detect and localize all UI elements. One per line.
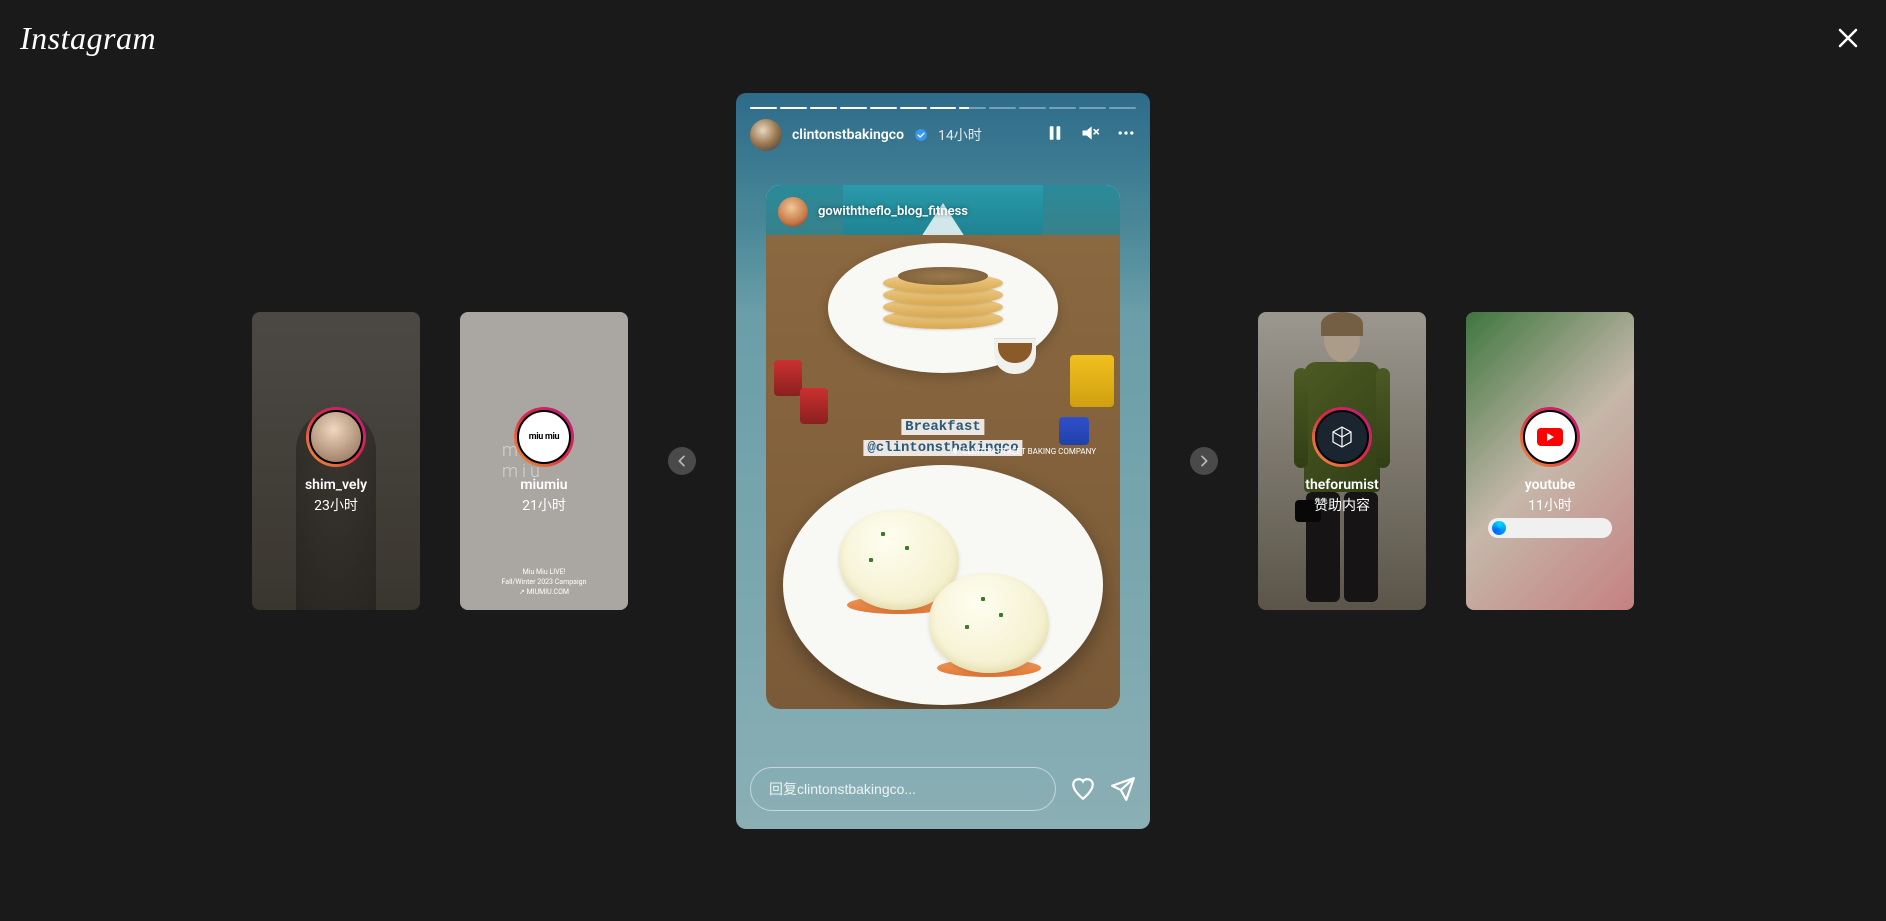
avatar-ring bbox=[1312, 407, 1372, 467]
progress-segment bbox=[900, 107, 927, 109]
side-time: 11小时 bbox=[1528, 495, 1572, 515]
progress-segment bbox=[1049, 107, 1076, 109]
progress-segment bbox=[780, 107, 807, 109]
repost-author-username: gowiththeflo_blog_fitness bbox=[818, 204, 968, 219]
progress-segment bbox=[870, 107, 897, 109]
avatar-ring bbox=[306, 407, 366, 467]
reply-input[interactable] bbox=[750, 767, 1056, 811]
story-header: clintonstbakingco 14小时 bbox=[736, 109, 1150, 161]
mute-button[interactable] bbox=[1080, 123, 1100, 147]
side-username: shim_vely bbox=[305, 477, 367, 493]
side-username: theforumist bbox=[1305, 477, 1379, 493]
photo-toys-right bbox=[1059, 355, 1114, 445]
story-time: 14小时 bbox=[938, 125, 982, 145]
progress-segment bbox=[1109, 107, 1136, 109]
progress-segment bbox=[989, 107, 1016, 109]
photo-plate-pancakes bbox=[828, 243, 1058, 373]
story-author-avatar[interactable] bbox=[750, 119, 782, 151]
photo-toys-left bbox=[770, 360, 840, 430]
pause-button[interactable] bbox=[1046, 124, 1064, 146]
side-story-theforumist[interactable]: theforumist 赞助内容 bbox=[1258, 312, 1426, 610]
story-photo: gowiththeflo_blog_fitness Breakfast @cli… bbox=[766, 185, 1120, 709]
caption-line-1: Breakfast bbox=[901, 419, 985, 435]
avatar bbox=[309, 410, 363, 464]
more-options-button[interactable] bbox=[1116, 123, 1136, 147]
side-time: 赞助内容 bbox=[1314, 495, 1370, 515]
side-time: 23小时 bbox=[314, 495, 358, 515]
progress-segment bbox=[1019, 107, 1046, 109]
progress-segment-active bbox=[959, 107, 986, 109]
chevron-left-icon bbox=[674, 453, 690, 469]
close-button[interactable] bbox=[1834, 24, 1862, 52]
avatar-ring: miu miu bbox=[514, 407, 574, 467]
repost-author-avatar bbox=[778, 197, 808, 227]
side-username: youtube bbox=[1525, 477, 1576, 493]
send-icon bbox=[1110, 776, 1136, 802]
pause-icon bbox=[1046, 124, 1064, 142]
youtube-logo-icon bbox=[1537, 428, 1563, 446]
story-author-username[interactable]: clintonstbakingco bbox=[792, 127, 904, 143]
prev-story-button[interactable] bbox=[668, 447, 696, 475]
avatar: miu miu bbox=[517, 410, 571, 464]
side-story-shim-vely[interactable]: shim_vely 23小时 bbox=[252, 312, 420, 610]
side-time: 21小时 bbox=[522, 495, 566, 515]
instagram-logo[interactable]: Instagram bbox=[20, 20, 156, 57]
like-button[interactable] bbox=[1070, 776, 1096, 802]
heart-icon bbox=[1070, 776, 1096, 802]
location-tag: CLINTON STREET BAKING COMPANY bbox=[951, 447, 1096, 456]
thumbnail-caption: Miu Miu LIVE! Fall/Winter 2023 Campaign … bbox=[460, 568, 628, 597]
photo-plate-benedict bbox=[783, 465, 1103, 705]
progress-segment bbox=[750, 107, 777, 109]
story-footer bbox=[750, 767, 1136, 811]
progress-segment bbox=[930, 107, 957, 109]
verified-badge-icon bbox=[914, 128, 928, 142]
progress-segment bbox=[840, 107, 867, 109]
side-username: miumiu bbox=[520, 477, 567, 493]
chevron-right-icon bbox=[1196, 453, 1212, 469]
progress-bar bbox=[736, 93, 1150, 109]
main-story-card: clintonstbakingco 14小时 bbox=[736, 93, 1150, 829]
repost-header: gowiththeflo_blog_fitness bbox=[772, 191, 976, 233]
more-horizontal-icon bbox=[1116, 123, 1136, 143]
progress-segment bbox=[810, 107, 837, 109]
story-viewer: shim_vely 23小时 miu miu miu miu miumiu 21… bbox=[0, 0, 1886, 921]
side-story-youtube[interactable]: youtube 11小时 bbox=[1466, 312, 1634, 610]
avatar bbox=[1315, 410, 1369, 464]
progress-segment bbox=[1079, 107, 1106, 109]
avatar bbox=[1523, 410, 1577, 464]
next-story-button[interactable] bbox=[1190, 447, 1218, 475]
location-pin-icon bbox=[951, 447, 959, 455]
reposted-story[interactable]: gowiththeflo_blog_fitness Breakfast @cli… bbox=[766, 185, 1120, 709]
volume-off-icon bbox=[1080, 123, 1100, 143]
cube-icon bbox=[1330, 425, 1354, 449]
share-button[interactable] bbox=[1110, 776, 1136, 802]
avatar-ring bbox=[1520, 407, 1580, 467]
close-icon bbox=[1836, 26, 1860, 50]
side-story-miumiu[interactable]: miu miu miu miu miumiu 21小时 Miu Miu LIVE… bbox=[460, 312, 628, 610]
thumbnail-search-bar bbox=[1488, 518, 1612, 538]
